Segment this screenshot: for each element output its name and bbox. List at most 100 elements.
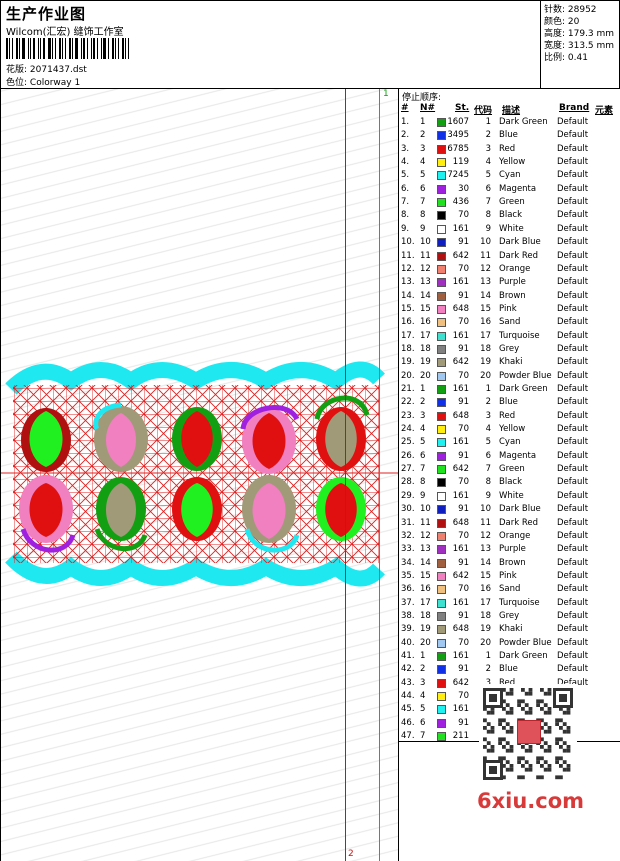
table-row[interactable]: 31. 11 648 11 Dark Red Default (399, 517, 620, 530)
table-row[interactable]: 11. 11 642 11 Dark Red Default (399, 250, 620, 263)
table-row[interactable]: 30. 10 91 10 Dark Blue Default (399, 503, 620, 516)
color-code: 11 (480, 517, 491, 528)
design-canvas[interactable]: 1 2 (1, 89, 398, 861)
barcode-bar (59, 38, 61, 59)
table-row[interactable]: 24. 4 70 4 Yellow Default (399, 423, 620, 436)
stop-index: 20. (401, 370, 415, 381)
table-row[interactable]: 41. 1 161 1 Dark Green Default (399, 650, 620, 663)
needle-number: 10 (420, 237, 431, 248)
color-swatch (437, 171, 446, 181)
design-file-label: 花版: (6, 65, 28, 75)
stitch-count: 70 (458, 370, 469, 381)
color-name: Magenta (499, 183, 537, 194)
stop-index: 40. (401, 637, 415, 648)
color-name: Sand (499, 317, 521, 328)
needle-number: 5 (420, 437, 426, 448)
color-swatch (437, 625, 446, 635)
table-row[interactable]: 10. 10 91 10 Dark Blue Default (399, 236, 620, 249)
thread-brand: Default (557, 384, 589, 394)
table-row[interactable]: 6. 6 30 6 Magenta Default (399, 183, 620, 196)
table-row[interactable]: 42. 2 91 2 Blue Default (399, 663, 620, 676)
color-swatch (437, 411, 446, 421)
needle-number: 13 (420, 277, 431, 288)
color-code: 2 (485, 130, 491, 141)
table-row[interactable]: 36. 16 70 16 Sand Default (399, 583, 620, 596)
color-swatch (437, 158, 446, 168)
thread-brand: Default (557, 437, 589, 448)
color-swatch (437, 465, 446, 475)
color-code: 18 (480, 343, 491, 354)
stop-index: 45. (401, 704, 415, 715)
color-code: 16 (480, 584, 491, 595)
needle-number: 10 (420, 504, 431, 515)
barcode-bar (52, 38, 53, 59)
table-row[interactable]: 25. 5 161 5 Cyan Default (399, 436, 620, 449)
table-row[interactable]: 19. 19 642 19 Khaki Default (399, 356, 620, 369)
table-row[interactable]: 39. 19 648 19 Khaki Default (399, 623, 620, 636)
table-row[interactable]: 28. 8 70 8 Black Default (399, 476, 620, 489)
table-row[interactable]: 38. 18 91 18 Grey Default (399, 610, 620, 623)
table-row[interactable]: 13. 13 161 13 Purple Default (399, 276, 620, 289)
needle-number: 16 (420, 317, 431, 328)
table-row[interactable]: 27. 7 642 7 Green Default (399, 463, 620, 476)
color-swatch (437, 425, 446, 435)
table-row[interactable]: 33. 13 161 13 Purple Default (399, 543, 620, 556)
stop-index: 1. (401, 117, 410, 127)
needle-number: 4 (420, 691, 426, 702)
color-name: Grey (499, 610, 520, 621)
color-swatch (437, 211, 446, 221)
table-row[interactable]: 26. 6 91 6 Magenta Default (399, 450, 620, 463)
color-code: 2 (485, 664, 491, 675)
stitch-count: 1607 (447, 117, 469, 127)
stitch-count: 436 (452, 197, 469, 208)
color-swatch (437, 611, 446, 621)
color-name: Dark Green (499, 384, 548, 394)
stitch-count: 6785 (447, 143, 469, 154)
barcode-bar (12, 38, 13, 59)
table-row[interactable]: 8. 8 70 8 Black Default (399, 209, 620, 222)
color-code: 5 (485, 437, 491, 448)
table-row[interactable]: 21. 1 161 1 Dark Green Default (399, 383, 620, 396)
color-code: 11 (480, 250, 491, 261)
table-row[interactable]: 22. 2 91 2 Blue Default (399, 396, 620, 409)
table-row[interactable]: 4. 4 119 4 Yellow Default (399, 156, 620, 169)
color-name: Turquoise (499, 330, 540, 341)
table-row[interactable]: 15. 15 648 15 Pink Default (399, 303, 620, 316)
color-swatch (437, 278, 446, 288)
table-row[interactable]: 5. 5 7245 5 Cyan Default (399, 169, 620, 182)
stitch-count: 70 (458, 477, 469, 488)
qr-code (479, 684, 577, 784)
thread-brand: Default (557, 397, 589, 408)
table-row[interactable]: 37. 17 161 17 Turquoise Default (399, 597, 620, 610)
table-row[interactable]: 7. 7 436 7 Green Default (399, 196, 620, 209)
table-row[interactable]: 23. 3 648 3 Red Default (399, 410, 620, 423)
table-row[interactable]: 40. 20 70 20 Powder Blue Default (399, 637, 620, 650)
stitch-count: 70 (458, 424, 469, 435)
table-row[interactable]: 20. 20 70 20 Powder Blue Default (399, 370, 620, 383)
table-row[interactable]: 14. 14 91 14 Brown Default (399, 290, 620, 303)
worksheet: 生产作业图 Wilcom(汇宏) 缝饰工作室 花版: 2071437.dst 色… (0, 0, 620, 861)
table-row[interactable]: 1. 1 1607 1 Dark Green Default (399, 116, 620, 129)
table-row[interactable]: 32. 12 70 12 Orange Default (399, 530, 620, 543)
table-row[interactable]: 17. 17 161 17 Turquoise Default (399, 330, 620, 343)
thread-brand: Default (557, 210, 589, 221)
table-row[interactable]: 29. 9 161 9 White Default (399, 490, 620, 503)
needle-number: 16 (420, 584, 431, 595)
color-code: 12 (480, 263, 491, 274)
table-row[interactable]: 34. 14 91 14 Brown Default (399, 557, 620, 570)
stitch-count: 648 (452, 624, 469, 635)
table-row[interactable]: 9. 9 161 9 White Default (399, 223, 620, 236)
table-row[interactable]: 16. 16 70 16 Sand Default (399, 316, 620, 329)
stitch-count: 91 (458, 343, 469, 354)
needle-number: 19 (420, 624, 431, 635)
stop-index: 24. (401, 424, 415, 435)
color-swatch (437, 331, 446, 341)
table-row[interactable]: 35. 15 642 15 Pink Default (399, 570, 620, 583)
stop-index: 7. (401, 197, 410, 208)
table-row[interactable]: 2. 2 3495 2 Blue Default (399, 129, 620, 142)
table-row[interactable]: 12. 12 70 12 Orange Default (399, 263, 620, 276)
table-row[interactable]: 3. 3 6785 3 Red Default (399, 143, 620, 156)
color-swatch (437, 505, 446, 515)
table-row[interactable]: 18. 18 91 18 Grey Default (399, 343, 620, 356)
stitch-count: 70 (458, 530, 469, 541)
